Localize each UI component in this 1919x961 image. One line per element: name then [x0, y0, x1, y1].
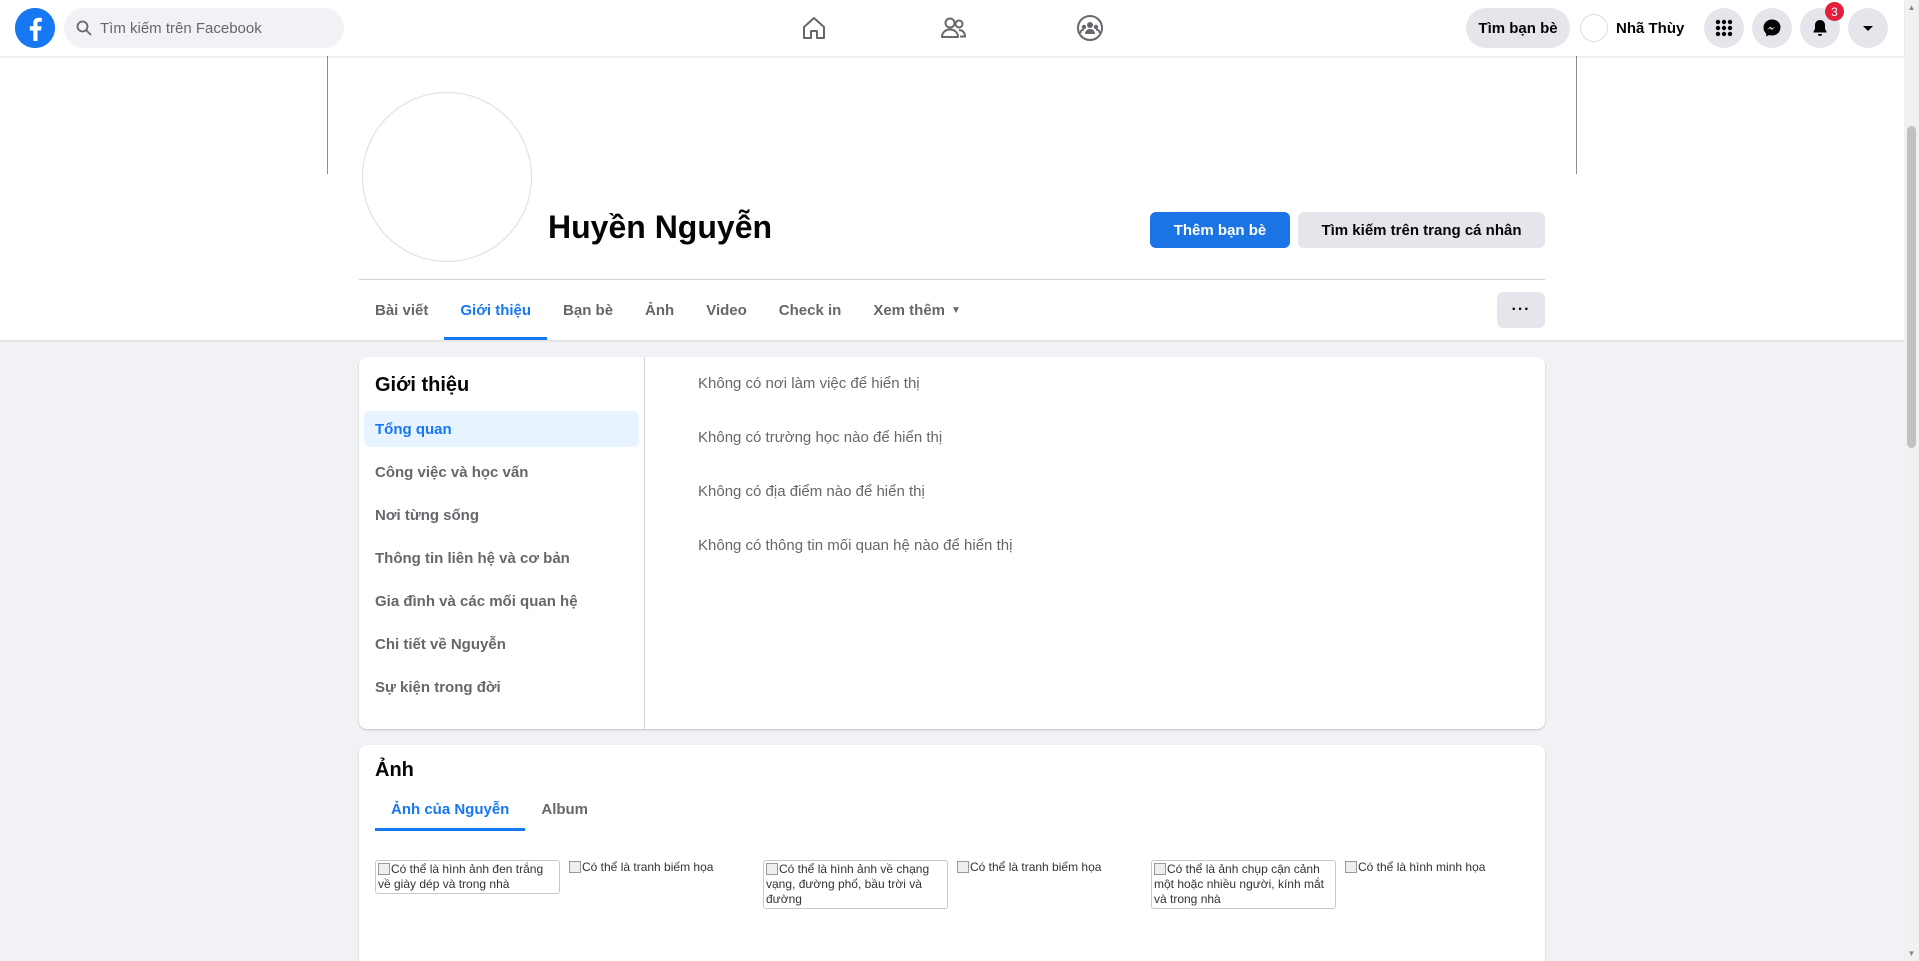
search-bar[interactable] — [64, 8, 344, 48]
about-sidebar: Giới thiệu Tổng quan Công việc và học vấ… — [359, 357, 645, 729]
home-icon[interactable] — [798, 12, 830, 44]
tab-photos[interactable]: Ảnh — [629, 280, 690, 340]
tab-album[interactable]: Album — [525, 788, 604, 830]
menu-button[interactable] — [1704, 8, 1744, 48]
about-info-line: Không có thông tin mối quan hệ nào để hi… — [698, 537, 1013, 554]
photo-thumbnail[interactable]: Có thể là hình minh họa — [1345, 860, 1530, 875]
about-nav-family-relationships[interactable]: Gia đình và các mối quan hệ — [364, 583, 639, 619]
tab-friends[interactable]: Bạn bè — [547, 280, 629, 340]
photo-tabs: Ảnh của Nguyễn Album — [375, 788, 604, 831]
groups-icon[interactable] — [1074, 12, 1106, 44]
about-title: Giới thiệu — [375, 374, 470, 396]
broken-image-icon — [378, 863, 390, 875]
profile-tabs: Bài viết Giới thiệu Bạn bè Ảnh Video Che… — [359, 280, 977, 340]
tab-posts[interactable]: Bài viết — [359, 280, 444, 340]
about-info-line: Không có nơi làm việc để hiển thị — [698, 375, 920, 392]
broken-image-icon — [1345, 861, 1357, 873]
broken-image-icon — [957, 861, 969, 873]
profile-avatar[interactable] — [362, 92, 532, 262]
about-nav-work-education[interactable]: Công việc và học vấn — [364, 454, 639, 490]
photos-card: Ảnh Ảnh của Nguyễn Album Có thể là hình … — [359, 745, 1545, 961]
profile-header: Huyền Nguyễn Thêm bạn bè Tìm kiếm trên t… — [0, 56, 1904, 340]
profile-shortcut[interactable]: Nhã Thùy — [1580, 8, 1684, 48]
avatar — [1580, 14, 1608, 42]
photo-thumbnail[interactable]: Có thể là tranh biếm họa — [957, 860, 1142, 875]
tab-checkin[interactable]: Check in — [763, 280, 858, 340]
tab-about[interactable]: Giới thiệu — [444, 280, 547, 340]
photos-title: Ảnh — [375, 759, 414, 781]
grid-menu-icon — [1715, 19, 1733, 37]
about-card: Giới thiệu Tổng quan Công việc và học vấ… — [359, 357, 1545, 729]
search-profile-button[interactable]: Tìm kiếm trên trang cá nhân — [1298, 212, 1545, 248]
more-options-button[interactable]: ··· — [1497, 292, 1545, 328]
facebook-logo-icon[interactable] — [15, 8, 55, 48]
cover-border — [327, 56, 328, 174]
about-nav-overview[interactable]: Tổng quan — [364, 411, 639, 447]
about-content: Không có nơi làm việc để hiển thị Không … — [698, 375, 1012, 591]
profile-name: Huyền Nguyễn — [548, 209, 773, 245]
bell-icon — [1813, 20, 1827, 36]
find-friends-button[interactable]: Tìm bạn bè — [1466, 8, 1570, 48]
page-scrollbar[interactable]: ▲ ▼ — [1904, 0, 1919, 961]
account-button[interactable] — [1848, 8, 1888, 48]
notification-badge: 3 — [1825, 2, 1844, 21]
search-icon — [76, 20, 92, 36]
search-input[interactable] — [100, 19, 320, 37]
tab-video[interactable]: Video — [690, 280, 763, 340]
scroll-up-icon[interactable]: ▲ — [1904, 0, 1919, 15]
photo-thumbnail[interactable]: Có thể là ảnh chụp cận cảnh một hoặc nhi… — [1151, 860, 1336, 909]
add-friend-button[interactable]: Thêm bạn bè — [1150, 212, 1290, 248]
about-nav: Tổng quan Công việc và học vấn Nơi từng … — [364, 411, 639, 712]
photo-thumbnail[interactable]: Có thể là tranh biếm họa — [569, 860, 754, 875]
messenger-icon — [1763, 19, 1781, 37]
about-nav-places-lived[interactable]: Nơi từng sống — [364, 497, 639, 533]
about-info-line: Không có địa điểm nào để hiển thị — [698, 483, 925, 500]
scrollbar-thumb[interactable] — [1907, 126, 1916, 448]
broken-image-icon — [766, 863, 778, 875]
user-name: Nhã Thùy — [1616, 19, 1685, 37]
tab-photos-of[interactable]: Ảnh của Nguyễn — [375, 788, 526, 831]
broken-image-icon — [569, 861, 581, 873]
broken-image-icon — [1154, 863, 1166, 875]
tab-see-more[interactable]: Xem thêm ▼ — [857, 280, 977, 340]
friends-icon[interactable] — [937, 12, 969, 44]
top-navigation-bar: Tìm bạn bè Nhã Thùy 3 — [0, 0, 1904, 56]
about-nav-details[interactable]: Chi tiết về Nguyễn — [364, 626, 639, 662]
messenger-button[interactable] — [1752, 8, 1792, 48]
about-nav-life-events[interactable]: Sự kiện trong đời — [364, 669, 639, 705]
scroll-down-icon[interactable]: ▼ — [1904, 946, 1919, 961]
about-nav-contact-basic[interactable]: Thông tin liên hệ và cơ bản — [364, 540, 639, 576]
caret-down-icon: ▼ — [951, 304, 961, 316]
caret-down-icon — [1863, 26, 1873, 31]
about-info-line: Không có trường học nào để hiển thị — [698, 429, 943, 446]
notifications-button[interactable]: 3 — [1800, 2, 1844, 48]
cover-border — [1576, 56, 1577, 174]
photo-thumbnail[interactable]: Có thể là hình ảnh về chạng vạng, đường … — [763, 860, 948, 909]
photo-thumbnail[interactable]: Có thể là hình ảnh đen trắng về giày dép… — [375, 860, 560, 894]
